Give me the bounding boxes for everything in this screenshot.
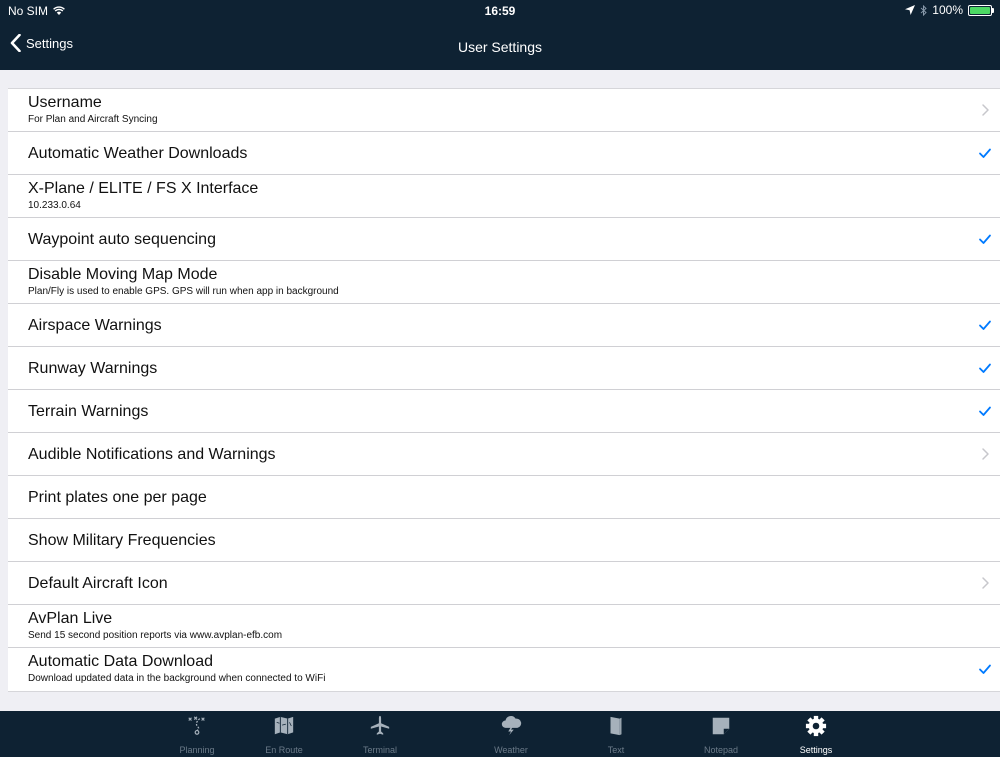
book-icon xyxy=(610,716,622,736)
tab-label: Notepad xyxy=(703,745,739,755)
settings-row-subtitle: Send 15 second position reports via www.… xyxy=(28,630,283,641)
settings-row[interactable]: Airspace Warnings xyxy=(8,304,1000,347)
chevron-right-icon xyxy=(982,448,989,460)
tab-bar: Planning En Route Terminal Weather Text Notep… xyxy=(0,711,1000,757)
settings-row-subtitle: Download updated data in the background … xyxy=(28,673,326,684)
tab-settings[interactable]: Settings xyxy=(771,711,861,757)
settings-row-title: Disable Moving Map Mode xyxy=(28,266,218,283)
settings-row[interactable]: Username For Plan and Aircraft Syncing xyxy=(8,89,1000,132)
settings-row[interactable]: Audible Notifications and Warnings xyxy=(8,433,1000,476)
tab-en-route[interactable]: En Route xyxy=(239,711,329,757)
notepad-icon xyxy=(712,717,730,735)
settings-row[interactable]: Disable Moving Map Mode Plan/Fly is used … xyxy=(8,261,1000,304)
checkmark-icon xyxy=(979,320,991,330)
checkmark-icon xyxy=(979,664,991,674)
settings-row-title: Airspace Warnings xyxy=(28,317,162,334)
settings-list: Username For Plan and Aircraft Syncing Aut… xyxy=(8,88,1000,692)
settings-row-subtitle: Plan/Fly is used to enable GPS. GPS will… xyxy=(28,286,339,297)
settings-row-title: X-Plane / ELITE / FS X Interface xyxy=(28,180,259,197)
checkmark-icon xyxy=(979,234,991,244)
settings-row-title: Waypoint auto sequencing xyxy=(28,231,216,248)
settings-row[interactable]: Terrain Warnings xyxy=(8,390,1000,433)
battery-icon xyxy=(968,4,994,16)
battery-percent: 100% xyxy=(932,3,963,17)
settings-row-title: Automatic Data Download xyxy=(28,653,213,670)
chevron-right-icon xyxy=(982,577,989,589)
checkmark-icon xyxy=(979,406,991,416)
weather-icon xyxy=(501,716,522,736)
tab-text[interactable]: Text xyxy=(571,711,661,757)
map-icon xyxy=(274,716,294,735)
settings-row[interactable]: Print plates one per page xyxy=(8,476,1000,519)
planning-icon xyxy=(188,716,205,735)
airplane-icon xyxy=(370,715,390,735)
settings-row-title: Default Aircraft Icon xyxy=(28,575,168,592)
settings-row-title: Automatic Weather Downloads xyxy=(28,145,248,162)
settings-row-title: Show Military Frequencies xyxy=(28,532,216,549)
navigation-bar: Settings User Settings xyxy=(0,20,1000,70)
gear-icon xyxy=(805,715,827,737)
page-title: User Settings xyxy=(457,39,543,55)
tab-terminal[interactable]: Terminal xyxy=(335,711,425,757)
settings-row[interactable]: Runway Warnings xyxy=(8,347,1000,390)
checkmark-icon xyxy=(979,363,991,373)
tab-label: Terminal xyxy=(362,745,397,755)
checkmark-icon xyxy=(979,148,991,158)
settings-row-title: AvPlan Live xyxy=(28,610,113,627)
settings-row-title: Print plates one per page xyxy=(28,489,207,506)
settings-row[interactable]: Waypoint auto sequencing xyxy=(8,218,1000,261)
settings-row-title: Runway Warnings xyxy=(28,360,158,377)
settings-row[interactable]: X-Plane / ELITE / FS X Interface 10.233.0… xyxy=(8,175,1000,218)
settings-row[interactable]: AvPlan Live Send 15 second position repor… xyxy=(8,605,1000,648)
settings-row-subtitle: For Plan and Aircraft Syncing xyxy=(28,114,158,125)
settings-row[interactable]: Automatic Weather Downloads xyxy=(8,132,1000,175)
tab-weather[interactable]: Weather xyxy=(466,711,556,757)
settings-row[interactable]: Show Military Frequencies xyxy=(8,519,1000,562)
tab-label: Settings xyxy=(799,745,833,755)
tab-label: Planning xyxy=(179,745,215,755)
settings-row[interactable]: Default Aircraft Icon xyxy=(8,562,1000,605)
location-icon xyxy=(905,5,916,15)
status-bar: No SIM 16:59 100% xyxy=(0,0,1000,20)
tab-label: Weather xyxy=(494,745,528,755)
chevron-right-icon xyxy=(982,104,989,116)
settings-row-title: Username xyxy=(28,94,102,111)
bluetooth-icon xyxy=(920,4,928,16)
tab-label: Text xyxy=(607,745,625,755)
settings-row-title: Audible Notifications and Warnings xyxy=(28,446,276,463)
tab-notepad[interactable]: Notepad xyxy=(676,711,766,757)
tab-planning[interactable]: Planning xyxy=(152,711,242,757)
tab-label: En Route xyxy=(265,745,303,755)
status-time: 16:59 xyxy=(484,4,516,18)
settings-row-title: Terrain Warnings xyxy=(28,403,149,420)
settings-row[interactable]: Automatic Data Download Download updated … xyxy=(8,648,1000,691)
status-right: 100% xyxy=(905,3,994,17)
settings-row-subtitle: 10.233.0.64 xyxy=(28,200,81,211)
